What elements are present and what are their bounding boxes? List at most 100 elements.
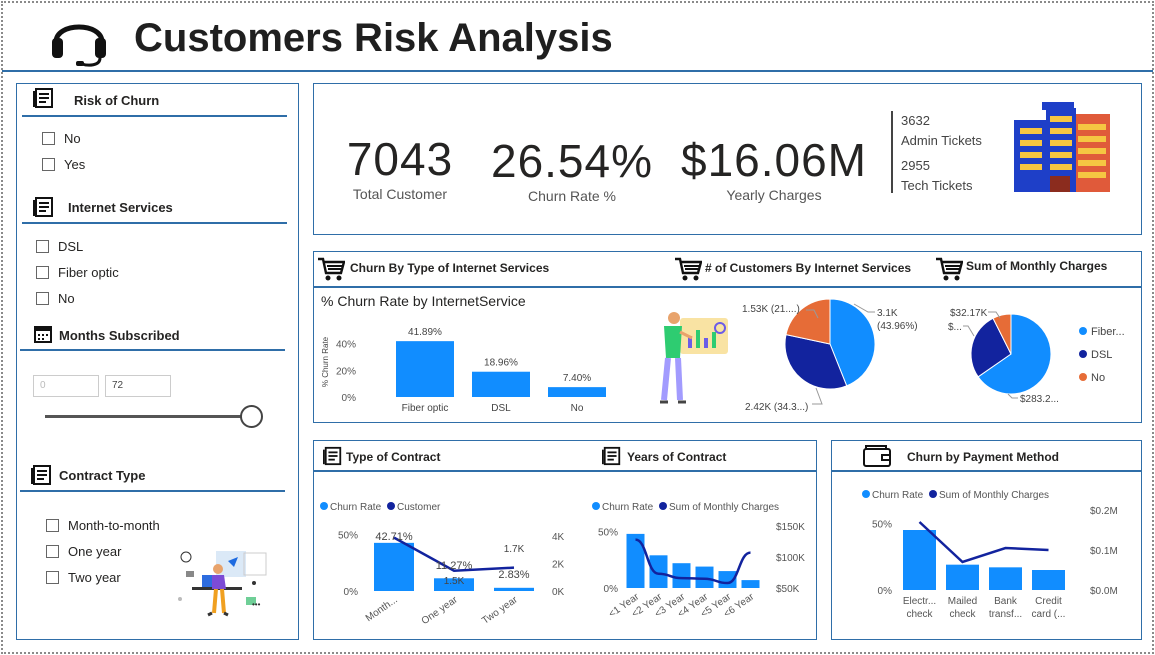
x-tick-label: check <box>906 609 933 620</box>
shopping-cart-icon <box>318 257 345 281</box>
kpi-total-customer: 7043 Total Customer <box>330 132 470 202</box>
checkbox[interactable] <box>46 545 59 558</box>
internet-filter-title: Internet Services <box>68 200 173 215</box>
tech-tickets-label: Tech Tickets <box>901 178 973 193</box>
data-label: 7.40% <box>563 373 591 384</box>
x-tick-label: Two year <box>480 594 520 627</box>
data-label: 1.5K <box>444 576 465 587</box>
payment-combo-chart: Churn Rate Sum of Monthly Charges 0% 50% $0.… <box>862 490 1118 620</box>
legend-label: DSL <box>1091 349 1112 361</box>
customers-pie-chart: 3.1K (43.96%) 2.42K (34.3...) 1.53K (21....… <box>742 298 918 413</box>
months-min-input[interactable]: 0 <box>33 375 99 397</box>
data-label: 1.53K (21....) <box>742 304 800 315</box>
contract-option-monthly[interactable]: Month-to-month <box>46 518 160 533</box>
checkbox[interactable] <box>42 132 55 145</box>
checkbox[interactable] <box>36 292 49 305</box>
legend-marker <box>592 502 600 510</box>
page-title: Customers Risk Analysis <box>134 16 613 60</box>
header-divider <box>2 70 1153 72</box>
legend-label: No <box>1091 372 1105 384</box>
admin-tickets-label: Admin Tickets <box>901 133 982 148</box>
internet-option-fiber[interactable]: Fiber optic <box>36 265 119 280</box>
internet-option-dsl[interactable]: DSL <box>36 239 83 254</box>
y-tick-label: 40% <box>336 340 356 351</box>
document-icon <box>33 197 53 217</box>
y-tick-label: 0K <box>552 587 565 598</box>
leader-line <box>963 325 975 337</box>
churn-internet-title: Churn By Type of Internet Services <box>350 261 550 275</box>
x-tick-label: transf... <box>989 609 1022 620</box>
x-tick-label: One year <box>420 594 461 627</box>
kpi-yearly-charges: $16.06M Yearly Charges <box>672 133 876 203</box>
internet-option-no[interactable]: No <box>36 291 75 306</box>
legend-marker <box>1079 373 1087 381</box>
calendar-icon <box>34 326 52 343</box>
y-tick-label: $150K <box>776 522 805 533</box>
years-of-contract-title: Years of Contract <box>627 450 727 464</box>
sum-monthly-title: Sum of Monthly Charges <box>966 259 1108 273</box>
months-divider <box>20 349 285 351</box>
y-tick-label: 0% <box>342 393 357 404</box>
y-tick-label: $0.0M <box>1090 586 1118 597</box>
shopping-cart-icon <box>936 257 963 281</box>
y-axis-label: % Churn Rate <box>321 336 330 387</box>
kpi-label: Total Customer <box>352 186 448 202</box>
bar <box>946 564 979 590</box>
chart-title: % Churn Rate by InternetService <box>321 293 526 309</box>
document-icon <box>323 446 342 466</box>
legend-label: Customer <box>397 502 441 513</box>
churn-internet-chart: % Churn Rate by InternetService % Churn R… <box>321 293 606 414</box>
y-tick-label: 4K <box>552 532 565 543</box>
legend-marker <box>929 490 937 498</box>
y-tick-label: 50% <box>872 519 892 530</box>
risk-option-no[interactable]: No <box>42 131 81 146</box>
bar <box>741 580 760 588</box>
data-label: 2.83% <box>498 569 529 581</box>
kpi-value: $16.06M <box>680 134 867 186</box>
x-tick-label: Mailed <box>948 596 977 607</box>
legend-label: Churn Rate <box>602 502 654 513</box>
internet-divider <box>22 222 287 224</box>
months-slider-handle[interactable] <box>240 405 263 428</box>
months-max-input[interactable]: 72 <box>105 375 171 397</box>
data-label: 1.7K <box>504 544 525 555</box>
checkbox[interactable] <box>42 158 55 171</box>
x-tick-label: Fiber optic <box>402 403 449 414</box>
bar <box>472 371 530 397</box>
checkbox[interactable] <box>36 240 49 253</box>
document-icon <box>33 88 53 108</box>
customers-internet-title: # of Customers By Internet Services <box>705 261 912 275</box>
legend-label: Churn Rate <box>330 502 382 513</box>
legend-marker <box>1079 327 1087 335</box>
checkbox[interactable] <box>46 571 59 584</box>
risk-option-yes[interactable]: Yes <box>42 157 85 172</box>
contract-option-two-year[interactable]: Two year <box>46 570 121 585</box>
contract-panel-divider <box>313 470 817 472</box>
legend-label: Fiber... <box>1091 326 1125 338</box>
y-tick-label: 50% <box>598 528 618 539</box>
data-label: 3.1K <box>877 308 898 319</box>
checkbox[interactable] <box>46 519 59 532</box>
contract-option-one-year[interactable]: One year <box>46 544 121 559</box>
y-tick-label: $100K <box>776 553 805 564</box>
months-slider-track[interactable] <box>45 415 251 418</box>
data-label: 42.71% <box>375 531 413 543</box>
years-combo-chart: Churn Rate Sum of Monthly Charges 0% 50% $50… <box>592 502 805 620</box>
bar <box>1032 570 1065 590</box>
data-label: $32.17K <box>950 308 988 319</box>
x-tick-label: Credit <box>1035 596 1062 607</box>
legend-marker <box>862 490 870 498</box>
checkbox[interactable] <box>36 266 49 279</box>
payment-panel-divider <box>831 470 1142 472</box>
building-icon <box>1014 102 1110 192</box>
bar <box>548 387 606 397</box>
legend-label: Sum of Monthly Charges <box>669 502 779 513</box>
contract-combo-chart: Churn Rate Customer 0% 50% 0K 2K 4K Month... One… <box>320 502 565 627</box>
y-tick-label: 20% <box>336 366 356 377</box>
y-tick-label: $50K <box>776 584 800 595</box>
data-label: $283.2... <box>1020 394 1059 405</box>
legend-label: Churn Rate <box>872 490 924 501</box>
x-tick-label: card (... <box>1032 609 1066 620</box>
kpi-label: Churn Rate % <box>528 188 616 204</box>
internet-panel-divider <box>313 286 1142 288</box>
